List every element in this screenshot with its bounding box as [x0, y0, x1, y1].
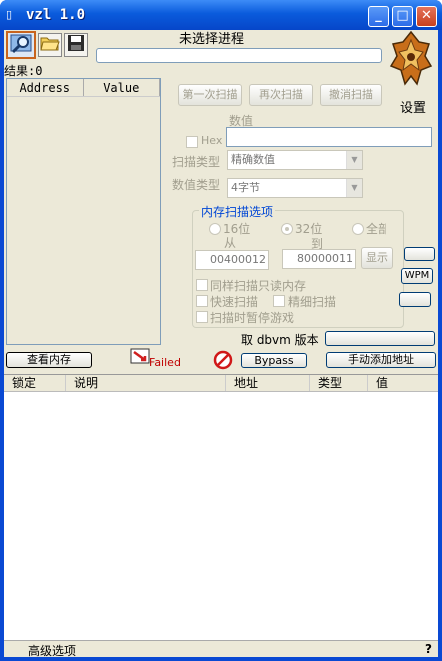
wpm-button[interactable]: WPM [401, 268, 433, 284]
value-type-selected: 4字节 [231, 181, 260, 194]
advanced-options-link[interactable]: 高级选项 [28, 642, 76, 659]
app-icon: ▯ [6, 8, 13, 21]
no-entry-icon[interactable] [213, 350, 233, 370]
label-all: 全部 [366, 222, 386, 236]
settings-label[interactable]: 设置 [400, 97, 426, 116]
radio-32bit[interactable] [281, 223, 293, 235]
undo-scan-button[interactable]: 撤消扫描 [320, 84, 382, 106]
column-address[interactable]: Address [7, 79, 84, 96]
results-count: 结果:0 [4, 64, 43, 78]
magnifier-computer-icon [10, 34, 32, 54]
column-value[interactable]: 值 [368, 375, 438, 391]
floppy-disk-icon [68, 35, 84, 51]
dbvm-button[interactable] [325, 331, 435, 346]
bypass-button[interactable]: Bypass [241, 353, 307, 368]
view-memory-button[interactable]: 查看内存 [6, 352, 92, 368]
open-file-button[interactable] [38, 33, 62, 57]
folder-open-icon [40, 37, 60, 51]
value-type-label: 数值类型 [172, 178, 221, 192]
scan-progress-bar [96, 48, 382, 63]
process-title: 未选择进程 [179, 32, 245, 47]
hex-label: Hex [201, 134, 223, 147]
scan-type-label: 扫描类型 [172, 155, 221, 169]
pause-checkbox[interactable] [196, 311, 208, 323]
fine-scan-checkbox[interactable] [273, 295, 285, 307]
fast-scan-checkbox[interactable] [196, 295, 208, 307]
fine-scan-label: 精细扫描 [288, 295, 337, 309]
window-title: vzl 1.0 [26, 7, 86, 23]
column-description[interactable]: 说明 [66, 375, 226, 391]
column-type[interactable]: 类型 [310, 375, 368, 391]
cheat-table[interactable]: 锁定 说明 地址 类型 值 [4, 374, 438, 640]
settings-logo-icon[interactable] [389, 30, 433, 90]
help-link[interactable]: ? [425, 642, 432, 656]
from-label: 从 [224, 236, 237, 250]
column-lock[interactable]: 锁定 [4, 375, 66, 391]
to-address-input[interactable]: 80000011 [282, 249, 356, 269]
first-scan-button[interactable]: 第一次扫描 [178, 84, 242, 106]
address-list-header: Address Value [7, 79, 160, 97]
found-address-list[interactable]: Address Value [6, 78, 161, 345]
column-address[interactable]: 地址 [226, 375, 310, 391]
failed-label: Failed [149, 356, 181, 369]
open-process-button[interactable] [6, 31, 36, 59]
hex-checkbox[interactable] [186, 136, 198, 148]
save-button[interactable] [64, 33, 88, 57]
memory-scan-options-title: 内存扫描选项 [199, 203, 276, 220]
unnamed-button-2[interactable] [399, 292, 431, 307]
readonly-label: 同样扫描只读内存 [210, 279, 307, 293]
unnamed-button-1[interactable] [404, 247, 435, 261]
client-area: 未选择进程 结果:0 设置 Address Value 第一次扫描 再次扫描 撤… [4, 30, 438, 659]
minimize-button[interactable]: _ [368, 6, 389, 27]
main-window: ▯ vzl 1.0 _ □ ✕ 未选择进程 结果:0 设置 Address Va… [0, 0, 442, 661]
value-input[interactable] [226, 127, 432, 147]
cheat-table-header: 锁定 说明 地址 类型 值 [4, 375, 438, 392]
value-type-select[interactable]: 4字节 ▼ [227, 178, 363, 198]
add-address-manually-button[interactable]: 手动添加地址 [326, 352, 436, 368]
radio-16bit[interactable] [209, 223, 221, 235]
pause-label: 扫描时暂停游戏 [210, 311, 295, 325]
column-value[interactable]: Value [84, 79, 160, 96]
readonly-checkbox[interactable] [196, 279, 208, 291]
chevron-down-icon: ▼ [346, 179, 362, 197]
maximize-button[interactable]: □ [392, 6, 413, 27]
scan-type-select[interactable]: 精确数值 ▼ [227, 150, 363, 170]
fast-scan-label: 快速扫描 [210, 295, 259, 309]
scan-type-selected: 精确数值 [231, 153, 275, 166]
chevron-down-icon: ▼ [346, 151, 362, 169]
dbvm-label: 取 dbvm 版本 [241, 333, 319, 347]
radio-all[interactable] [352, 223, 364, 235]
from-address-input[interactable]: 00400012 [195, 250, 269, 270]
show-button[interactable]: 显示 [361, 247, 393, 269]
title-bar[interactable]: ▯ vzl 1.0 _ □ ✕ [0, 0, 442, 30]
status-bar: 高级选项 ? [4, 640, 438, 659]
close-button[interactable]: ✕ [416, 6, 437, 27]
next-scan-button[interactable]: 再次扫描 [249, 84, 313, 106]
